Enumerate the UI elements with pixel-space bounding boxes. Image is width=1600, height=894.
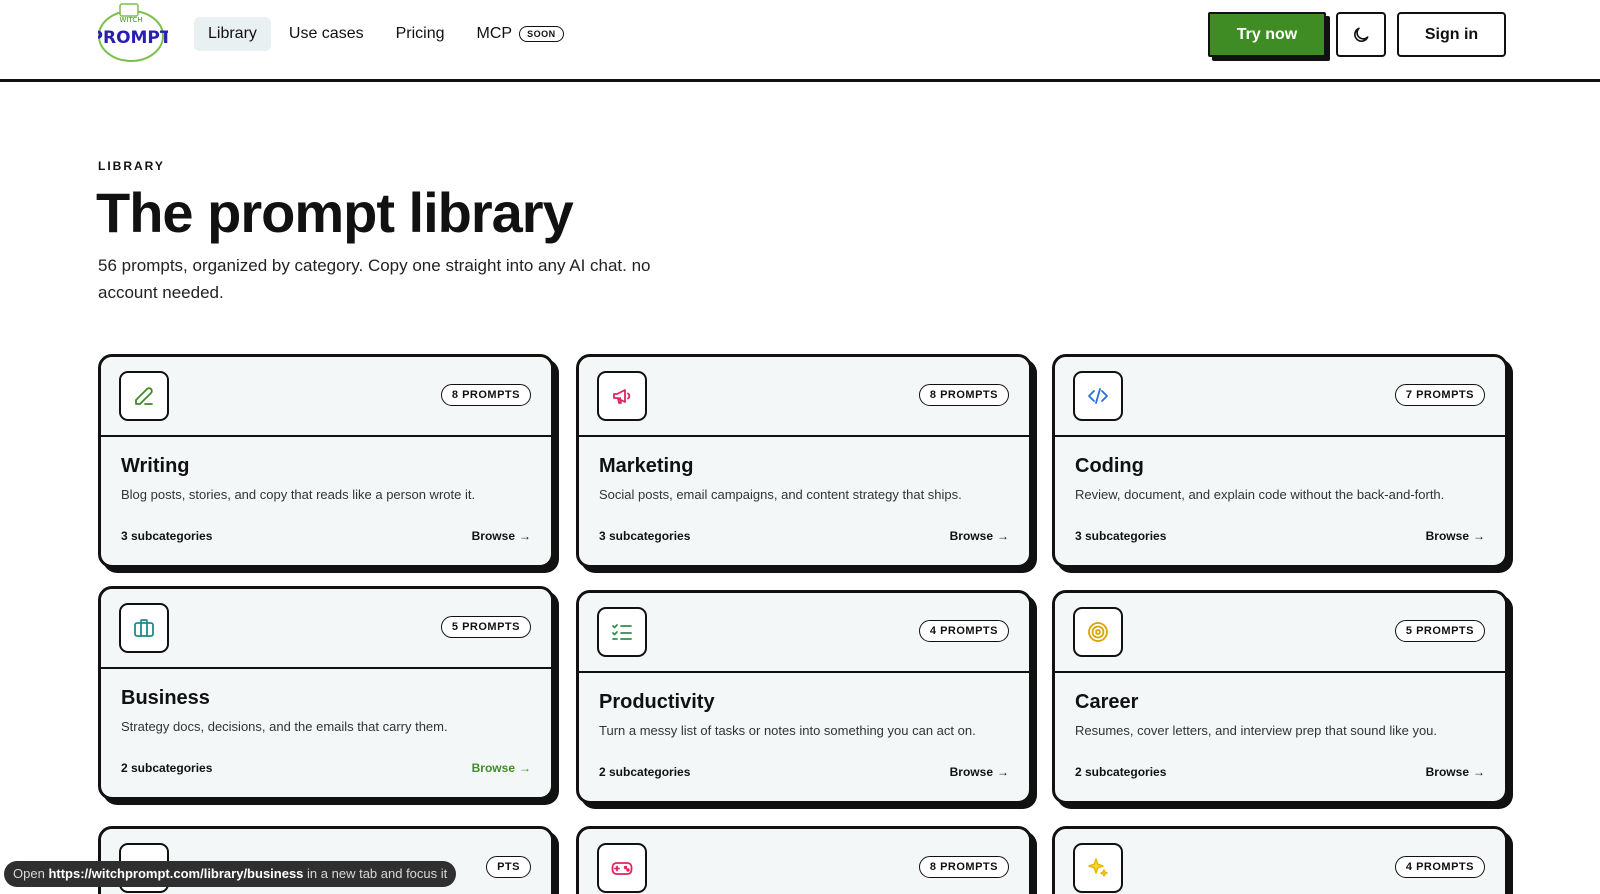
- link-status-bar: Open https://witchprompt.com/library/bus…: [4, 861, 457, 887]
- prompt-count-badge: 5 PROMPTS: [1394, 620, 1485, 642]
- prompt-count-badge: PTS: [486, 856, 531, 878]
- card-description: Review, document, and explain code witho…: [1075, 487, 1445, 502]
- arrow-right-icon: →: [519, 761, 531, 775]
- card-title: Productivity: [599, 691, 715, 713]
- arrow-right-icon: →: [997, 765, 1009, 779]
- nav-library[interactable]: Library: [194, 17, 271, 51]
- category-card-productivity[interactable]: 4 PROMPTS Productivity Turn a messy list…: [576, 590, 1032, 804]
- browse-link[interactable]: Browse →: [472, 761, 531, 775]
- nav-pricing[interactable]: Pricing: [382, 17, 459, 51]
- subcategory-count: 3 subcategories: [599, 529, 691, 543]
- witch-prompt-logo[interactable]: WITCH PROMPT: [91, 2, 172, 62]
- browse-link[interactable]: Browse →: [950, 529, 1009, 543]
- prompt-count-badge: 7 PROMPTS: [1394, 384, 1485, 406]
- theme-toggle-button[interactable]: [1336, 12, 1386, 57]
- subcategory-count: 2 subcategories: [1075, 765, 1167, 779]
- category-card-coding[interactable]: 7 PROMPTS Coding Review, document, and e…: [1052, 354, 1508, 568]
- status-url: https://witchprompt.com/library/business: [48, 866, 304, 881]
- category-card-writing[interactable]: 8 PROMPTS Writing Blog posts, stories, a…: [98, 354, 554, 568]
- card-title: Business: [121, 687, 210, 709]
- subcategory-count: 3 subcategories: [1075, 529, 1167, 543]
- soon-badge: SOON: [519, 26, 564, 42]
- arrow-right-icon: →: [997, 529, 1009, 543]
- browse-link[interactable]: Browse →: [1426, 529, 1485, 543]
- card-description: Resumes, cover letters, and interview pr…: [1075, 723, 1438, 738]
- category-card-business[interactable]: 5 PROMPTS Business Strategy docs, decisi…: [98, 586, 554, 800]
- gamepad-icon: [611, 862, 633, 875]
- card-description: Blog posts, stories, and copy that reads…: [121, 487, 476, 502]
- category-card-career[interactable]: 5 PROMPTS Career Resumes, cover letters,…: [1052, 590, 1508, 804]
- prompt-count-badge: 5 PROMPTS: [440, 616, 531, 638]
- card-title: Marketing: [599, 455, 694, 477]
- section-eyebrow: LIBRARY: [98, 159, 165, 173]
- page-intro: 56 prompts, organized by category. Copy …: [98, 256, 651, 302]
- card-description: Social posts, email campaigns, and conte…: [599, 487, 962, 502]
- page-title: The prompt library: [96, 181, 574, 244]
- prompt-count-badge: 8 PROMPTS: [918, 856, 1009, 878]
- try-now-button[interactable]: Try now: [1208, 12, 1326, 57]
- browse-link[interactable]: Browse →: [1426, 765, 1485, 779]
- code-icon: [1088, 388, 1108, 404]
- megaphone-icon: [613, 389, 631, 404]
- prompt-count-badge: 4 PROMPTS: [1394, 856, 1485, 878]
- category-card-marketing[interactable]: 8 PROMPTS Marketing Social posts, email …: [576, 354, 1032, 568]
- logo-text: PROMPT: [98, 28, 168, 48]
- category-card-partial-2[interactable]: 8 PROMPTS: [576, 826, 1032, 894]
- arrow-right-icon: →: [1473, 529, 1485, 543]
- subcategory-count: 2 subcategories: [599, 765, 691, 779]
- target-icon: [1088, 622, 1108, 642]
- nav-use-cases[interactable]: Use cases: [275, 17, 378, 51]
- card-description: Strategy docs, decisions, and the emails…: [121, 719, 448, 734]
- subcategory-count: 3 subcategories: [121, 529, 213, 543]
- pencil-icon: [135, 387, 153, 405]
- checklist-icon: [612, 624, 632, 640]
- sparkle-icon: [1088, 858, 1108, 877]
- prompt-count-badge: 4 PROMPTS: [918, 620, 1009, 642]
- sign-in-button[interactable]: Sign in: [1397, 12, 1506, 57]
- prompt-count-badge: 8 PROMPTS: [440, 384, 531, 406]
- main-nav: Library Use cases Pricing MCP SOON: [194, 16, 582, 52]
- nav-mcp[interactable]: MCP SOON: [463, 17, 578, 51]
- arrow-right-icon: →: [1473, 765, 1485, 779]
- browse-link[interactable]: Browse →: [950, 765, 1009, 779]
- site-header: WITCH PROMPT Library Use cases Pricing M…: [0, 0, 1600, 82]
- briefcase-icon: [134, 619, 154, 637]
- card-description: Turn a messy list of tasks or notes into…: [599, 723, 976, 738]
- prompt-count-badge: 8 PROMPTS: [918, 384, 1009, 406]
- category-card-partial-3[interactable]: 4 PROMPTS: [1052, 826, 1508, 894]
- card-title: Writing: [121, 455, 190, 477]
- browse-link[interactable]: Browse →: [472, 529, 531, 543]
- card-title: Career: [1075, 691, 1139, 713]
- arrow-right-icon: →: [519, 529, 531, 543]
- card-title: Coding: [1075, 455, 1144, 477]
- subcategory-count: 2 subcategories: [121, 761, 213, 775]
- moon-icon: [1354, 27, 1369, 42]
- logo-sub-text: WITCH: [119, 16, 142, 24]
